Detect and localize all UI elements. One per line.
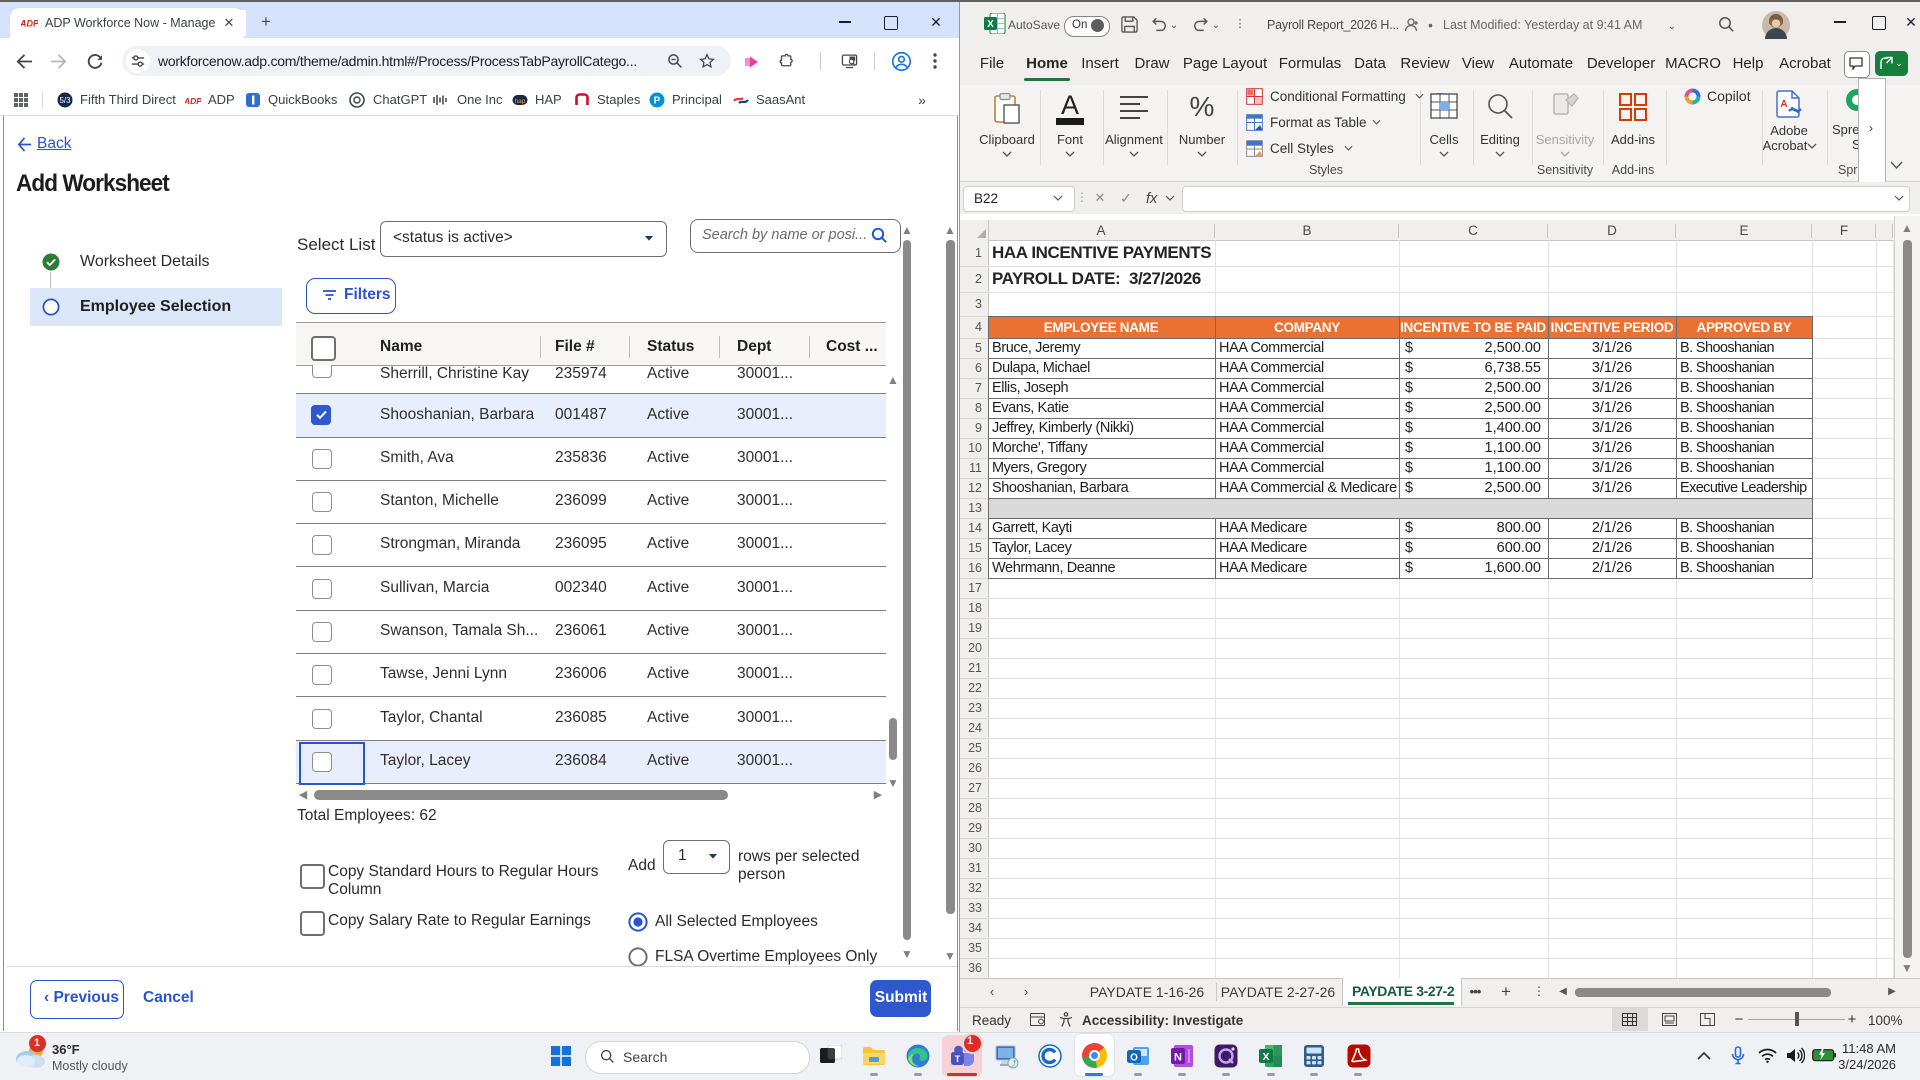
svg-text:X: X (1262, 1051, 1269, 1063)
svg-text:ADP: ADP (21, 19, 38, 29)
svg-text:T: T (955, 1054, 961, 1064)
svg-text:5/3: 5/3 (59, 96, 71, 105)
svg-text:P: P (654, 96, 661, 107)
svg-text:X: X (987, 19, 994, 30)
svg-text:⤴: ⤴ (1010, 1059, 1017, 1068)
svg-text:O: O (1130, 1053, 1138, 1064)
svg-text:ADP: ADP (185, 96, 201, 106)
svg-text:N: N (1174, 1052, 1182, 1064)
svg-text:hap: hap (515, 98, 526, 105)
svg-text:A: A (1780, 99, 1787, 110)
